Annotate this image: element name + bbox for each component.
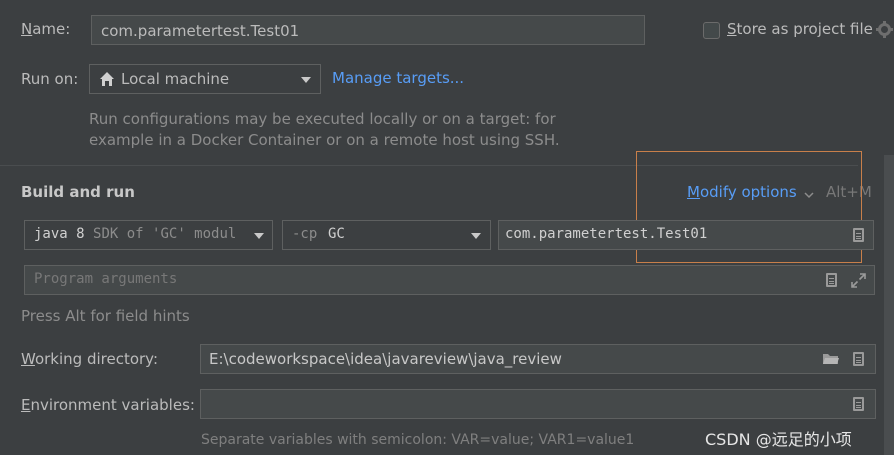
document-icon[interactable] [853, 352, 864, 366]
jdk-version: 8 [76, 226, 85, 242]
name-value: com.parametertest.Test01 [101, 22, 300, 40]
folder-icon[interactable] [822, 352, 840, 366]
cp-flag: -cp [292, 226, 318, 242]
environment-variables-label: Environment variables: [21, 396, 195, 414]
jdk-dropdown[interactable]: java 8 SDK of 'GC' modul [24, 220, 273, 250]
store-as-project-label[interactable]: Store as project file [727, 20, 873, 38]
cp-module-value: GC [328, 226, 345, 242]
name-field[interactable]: com.parametertest.Test01 [91, 15, 645, 45]
scrollbar-thumb[interactable] [884, 155, 894, 455]
build-and-run-title: Build and run [21, 183, 135, 201]
chevron-down-icon [471, 233, 481, 239]
document-icon[interactable] [853, 228, 864, 242]
classpath-module-dropdown[interactable]: -cp GC [282, 220, 491, 250]
field-hints-text: Press Alt for field hints [21, 307, 190, 325]
main-class-field[interactable]: com.parametertest.Test01 [498, 220, 874, 250]
expand-icon[interactable] [851, 273, 866, 288]
program-arguments-field[interactable]: Program arguments [24, 265, 875, 295]
manage-targets-link[interactable]: Manage targets... [332, 69, 464, 87]
run-on-description-line2: example in a Docker Container or on a re… [89, 131, 560, 149]
chevron-down-icon [254, 233, 264, 239]
run-on-description-line1: Run configurations may be executed local… [89, 110, 556, 128]
gear-icon[interactable] [875, 20, 894, 39]
chevron-down-icon [301, 77, 311, 83]
environment-variables-hint: Separate variables with semicolon: VAR=v… [201, 432, 635, 448]
document-icon[interactable] [826, 273, 837, 287]
jdk-description: SDK of 'GC' modul [93, 226, 237, 242]
main-class-value: com.parametertest.Test01 [505, 226, 708, 242]
store-as-project-checkbox[interactable] [703, 22, 720, 39]
run-on-value: Local machine [121, 70, 230, 88]
working-directory-value: E:\codeworkspace\idea\javareview\java_re… [209, 350, 562, 368]
jdk-keyword: java [34, 226, 68, 242]
program-arguments-placeholder: Program arguments [34, 271, 178, 287]
watermark: CSDN @远足的小项 [705, 430, 852, 449]
environment-variables-field[interactable] [200, 389, 876, 419]
run-on-dropdown[interactable]: Local machine [89, 64, 321, 94]
name-label: Name: [21, 20, 71, 38]
run-on-label: Run on: [21, 70, 79, 88]
working-directory-field[interactable]: E:\codeworkspace\idea\javareview\java_re… [200, 344, 876, 374]
document-icon[interactable] [853, 397, 864, 411]
home-icon [99, 71, 115, 87]
working-directory-label: Working directory: [21, 350, 159, 368]
